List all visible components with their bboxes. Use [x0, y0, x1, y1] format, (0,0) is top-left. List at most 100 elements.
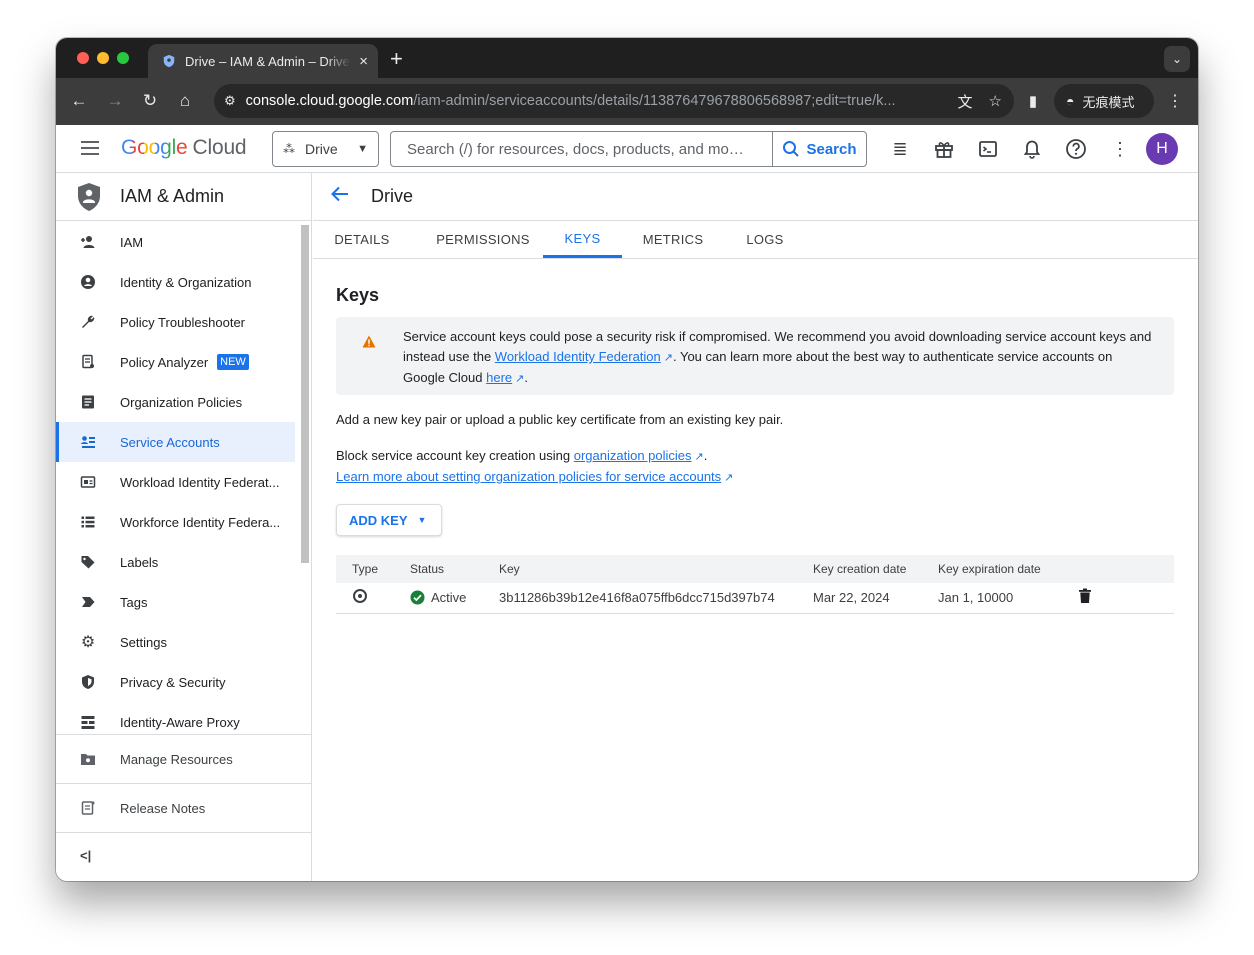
- col-key[interactable]: Key: [483, 555, 797, 583]
- keys-panel: Keys Service account keys could pose a s…: [313, 285, 1198, 614]
- browser-menu-icon[interactable]: ⋮: [1162, 88, 1188, 114]
- tab-logs[interactable]: LOGS: [733, 221, 797, 258]
- reload-icon[interactable]: ↻: [137, 88, 163, 114]
- external-link-icon: ↗: [663, 352, 673, 364]
- col-status[interactable]: Status: [394, 555, 483, 583]
- search-input[interactable]: [391, 132, 772, 166]
- tab-details[interactable]: DETAILS: [321, 221, 403, 258]
- wrench-icon: [80, 314, 96, 330]
- col-actions: [1062, 555, 1174, 583]
- cloud-shell-icon[interactable]: [976, 137, 1000, 161]
- label-icon: [80, 554, 96, 570]
- here-link[interactable]: here: [486, 370, 512, 385]
- site-settings-icon[interactable]: ⚙: [224, 93, 236, 109]
- col-key-expiration-date[interactable]: Key expiration date: [922, 555, 1062, 583]
- avatar[interactable]: H: [1146, 133, 1178, 165]
- sidebar-item-organization-policies[interactable]: Organization Policies: [56, 382, 295, 422]
- gift-icon[interactable]: [932, 137, 956, 161]
- add-key-button[interactable]: ADD KEY ▼: [336, 504, 443, 536]
- minimize-window-button[interactable]: [97, 52, 109, 64]
- col-key-creation-date[interactable]: Key creation date: [797, 555, 922, 583]
- google-cloud-logo[interactable]: Google Cloud: [121, 136, 247, 160]
- forward-icon[interactable]: →: [102, 88, 128, 114]
- home-icon[interactable]: ⌂: [172, 88, 198, 114]
- sidebar-item-policy-analyzer[interactable]: Policy Analyzer NEW: [56, 342, 295, 382]
- incognito-indicator[interactable]: ◓ 无痕模式: [1054, 84, 1154, 118]
- sidebar-scrollbar[interactable]: [301, 225, 309, 563]
- sidebar-item-tags[interactable]: Tags: [56, 582, 295, 622]
- key-expiration-date-cell: Jan 1, 10000: [922, 583, 1062, 614]
- learn-more-org-policies-link[interactable]: Learn more about setting organization po…: [336, 469, 721, 484]
- search-icon: [783, 141, 800, 157]
- list-icon: [80, 514, 96, 530]
- delete-trash-icon[interactable]: [1078, 588, 1092, 604]
- list-document-icon: [80, 394, 96, 410]
- workload-identity-federation-link[interactable]: Workload Identity Federation: [495, 349, 661, 364]
- release-notes-icon: [80, 800, 96, 816]
- sidebar-item-identity-organization[interactable]: Identity & Organization: [56, 262, 295, 302]
- close-window-button[interactable]: [77, 52, 89, 64]
- sidebar-item-privacy-security[interactable]: Privacy & Security: [56, 662, 295, 702]
- tab-metrics[interactable]: METRICS: [629, 221, 717, 258]
- sidebar-item-iam[interactable]: IAM: [56, 222, 295, 262]
- close-tab-icon[interactable]: ×: [359, 53, 368, 70]
- sidebar-item-policy-troubleshooter[interactable]: Policy Troubleshooter: [56, 302, 295, 342]
- tab-permissions[interactable]: PERMISSIONS: [419, 221, 547, 258]
- incognito-label: 无痕模式: [1082, 94, 1135, 110]
- sidebar-item-settings[interactable]: ⚙ Settings: [56, 622, 295, 662]
- side-panel-icon[interactable]: ▮: [1020, 88, 1046, 114]
- sidebar-item-workload-identity-federation[interactable]: Workload Identity Federat...: [56, 462, 295, 502]
- address-bar[interactable]: ⚙ console.cloud.google.com/iam-admin/ser…: [214, 84, 1014, 118]
- back-icon[interactable]: ←: [66, 88, 92, 114]
- browser-tab[interactable]: Drive – IAM & Admin – Drive – ×: [148, 44, 378, 78]
- policy-document-icon: [80, 354, 96, 370]
- tag-icon: [80, 594, 96, 610]
- page-title: Drive: [371, 186, 414, 206]
- col-type[interactable]: Type: [336, 555, 394, 583]
- organization-policies-link[interactable]: organization policies: [574, 448, 692, 463]
- project-picker[interactable]: ⁂ Drive ▼: [272, 131, 379, 167]
- external-link-icon: ↗: [724, 472, 734, 484]
- more-vert-icon[interactable]: ⋮: [1108, 137, 1132, 161]
- maximize-window-button[interactable]: [117, 52, 129, 64]
- back-arrow-icon[interactable]: [331, 185, 349, 208]
- service-account-icon: [80, 434, 96, 450]
- key-creation-date-cell: Mar 22, 2024: [797, 583, 922, 614]
- manage-resources-link[interactable]: Manage Resources: [56, 734, 311, 783]
- tab-title: Drive – IAM & Admin – Drive –: [185, 53, 352, 69]
- translate-icon[interactable]: 文: [958, 91, 973, 112]
- key-type-cell: [336, 583, 394, 614]
- sidebar-item-identity-aware-proxy[interactable]: Identity-Aware Proxy: [56, 702, 295, 734]
- tab-search-chevron-icon[interactable]: ⌄: [1164, 46, 1190, 72]
- hamburger-menu-icon[interactable]: [78, 137, 102, 161]
- section-title: Keys: [336, 285, 380, 305]
- tab-strip: Drive – IAM & Admin – Drive – × + ⌄: [56, 38, 1198, 78]
- notes-sparkle-icon[interactable]: ≣: [888, 137, 912, 161]
- bookmark-star-icon[interactable]: ☆: [989, 92, 1002, 110]
- keys-table: Type Status Key Key creation date Key ex…: [336, 555, 1174, 614]
- notifications-bell-icon[interactable]: [1020, 137, 1044, 161]
- table-header-row: Type Status Key Key creation date Key ex…: [336, 555, 1174, 583]
- help-icon[interactable]: [1064, 137, 1088, 161]
- logo-google: Google: [121, 136, 188, 159]
- sidebar-item-workforce-identity-federation[interactable]: Workforce Identity Federa...: [56, 502, 295, 542]
- person-add-icon: [80, 234, 96, 250]
- incognito-icon: ◓: [1066, 93, 1075, 109]
- release-notes-link[interactable]: Release Notes: [56, 783, 311, 832]
- tab-keys[interactable]: KEYS: [543, 221, 622, 258]
- sidebar-item-labels[interactable]: Labels: [56, 542, 295, 582]
- search-bar: Search: [390, 131, 867, 167]
- account-circle-icon: [80, 274, 96, 290]
- gear-icon: ⚙: [80, 634, 96, 651]
- security-warning-banner: Service account keys could pose a securi…: [336, 317, 1174, 395]
- actions-cell: [1062, 583, 1174, 614]
- sidebar-item-service-accounts[interactable]: Service Accounts: [56, 422, 295, 462]
- search-button[interactable]: Search: [772, 132, 866, 166]
- check-circle-icon: [410, 590, 425, 605]
- url-text[interactable]: console.cloud.google.com/iam-admin/servi…: [246, 93, 942, 109]
- iam-shield-icon: [78, 182, 100, 211]
- status-cell: Active: [394, 583, 483, 614]
- collapse-sidebar-icon[interactable]: <|: [80, 848, 91, 863]
- external-link-icon: ↗: [515, 373, 525, 385]
- new-tab-button[interactable]: +: [390, 46, 403, 72]
